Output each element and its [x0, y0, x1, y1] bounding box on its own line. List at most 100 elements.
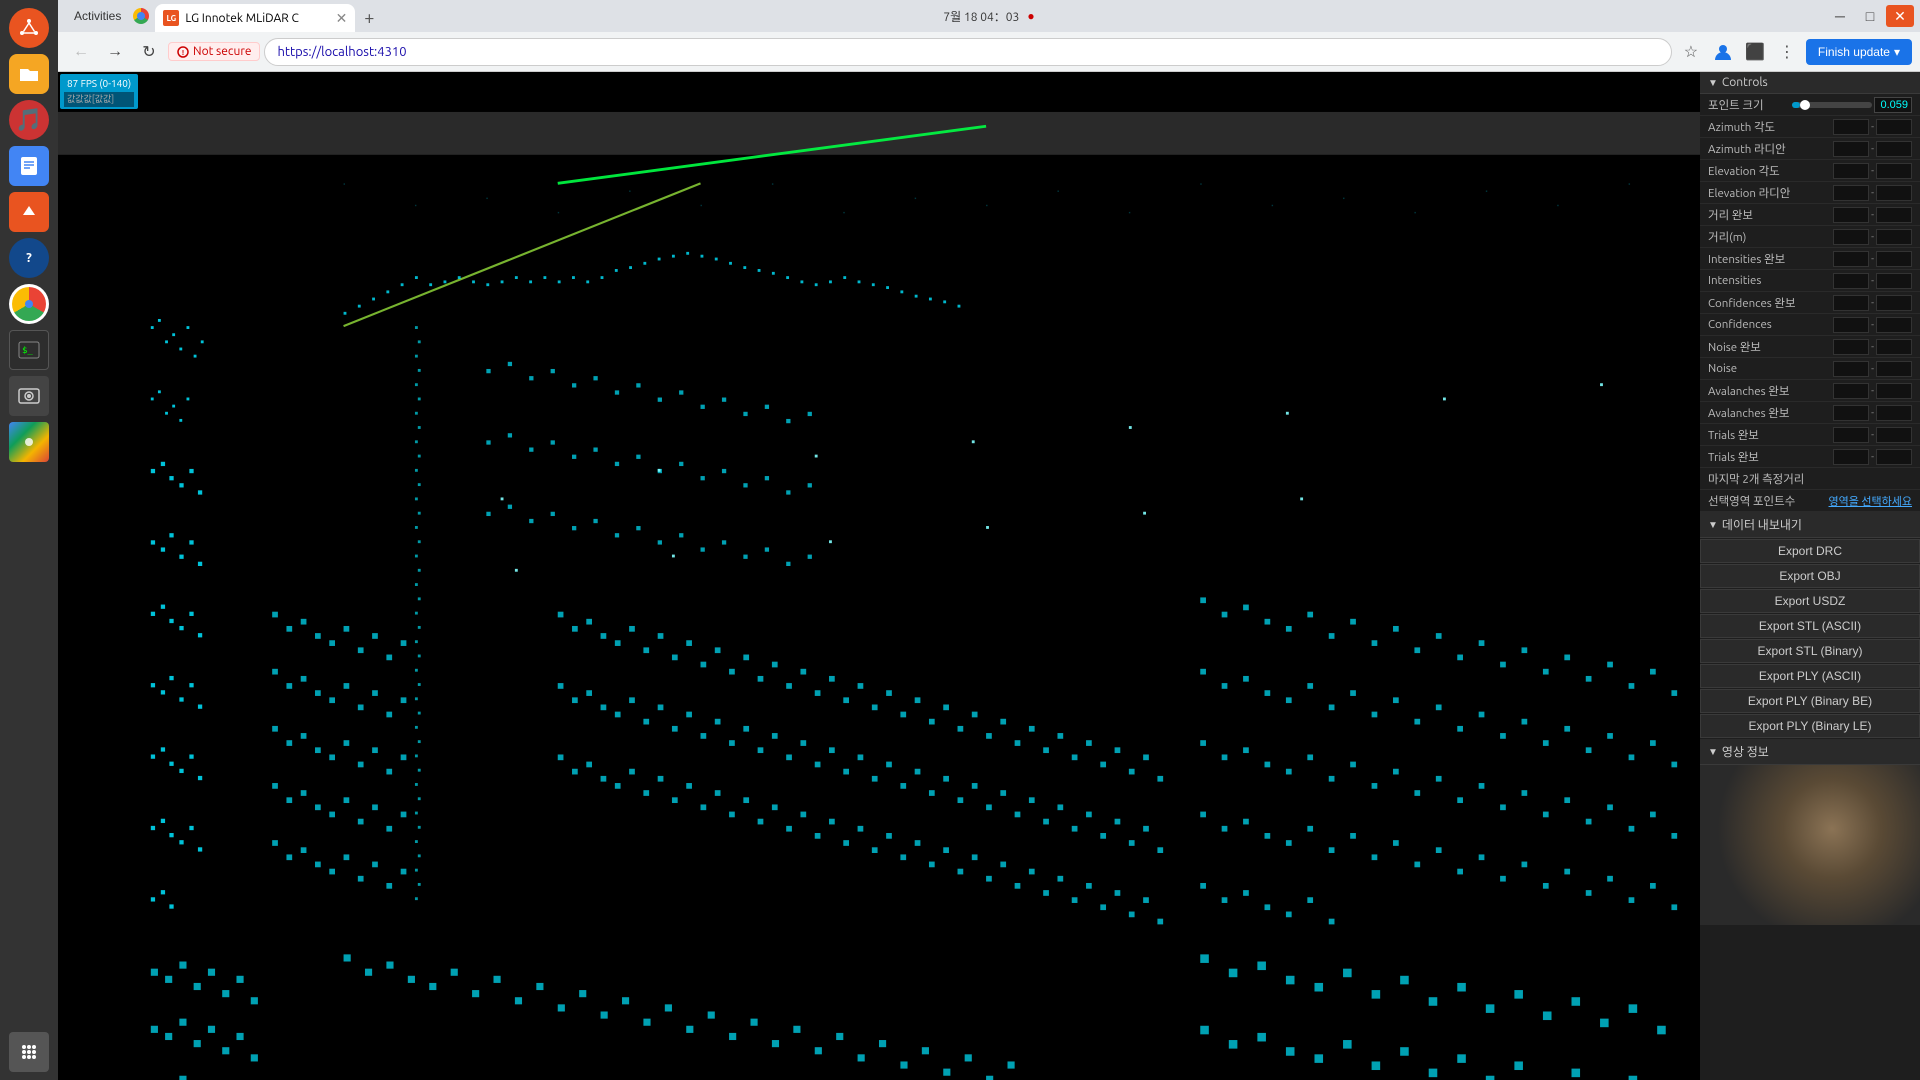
range-max-13[interactable] — [1876, 383, 1912, 399]
control-label-10: Confidences — [1708, 318, 1833, 331]
export-btn-export-ply--binary-le-[interactable]: Export PLY (Binary LE) — [1700, 714, 1920, 738]
point-size-value[interactable] — [1874, 97, 1912, 113]
range-max-4[interactable] — [1876, 185, 1912, 201]
control-label-9: Confidences 완보 — [1708, 295, 1833, 311]
tab-close-button[interactable]: ✕ — [336, 10, 348, 27]
range-max-7[interactable] — [1876, 251, 1912, 267]
range-inputs-7: - — [1833, 251, 1912, 267]
control-label-14: Avalanches 완보 — [1708, 405, 1833, 421]
control-row-5: 거리 완보- — [1700, 204, 1920, 226]
point-size-row: 포인트 크기 — [1700, 94, 1920, 116]
control-row-7: Intensities 완보- — [1700, 248, 1920, 270]
range-max-15[interactable] — [1876, 427, 1912, 443]
activities-button[interactable]: Activities — [66, 0, 129, 32]
writer-icon[interactable] — [9, 146, 49, 186]
range-min-2[interactable] — [1833, 141, 1869, 157]
range-min-6[interactable] — [1833, 229, 1869, 245]
range-max-2[interactable] — [1876, 141, 1912, 157]
help-icon[interactable]: ? — [9, 238, 49, 278]
range-min-10[interactable] — [1833, 317, 1869, 333]
point-size-slider[interactable] — [1792, 102, 1872, 108]
back-button[interactable]: ← — [66, 37, 96, 67]
video-section-header[interactable]: ▼ 영상 정보 — [1700, 739, 1920, 765]
taskbar: 🎵 ? $_ — [0, 0, 58, 1080]
range-min-7[interactable] — [1833, 251, 1869, 267]
tab-bar: LG LG Innotek MLiDAR C ✕ + — [153, 0, 1826, 32]
new-tab-button[interactable]: + — [355, 4, 383, 32]
export-section-header[interactable]: ▼ 데이터 내보내기 — [1700, 512, 1920, 538]
export-btn-export-usdz[interactable]: Export USDZ — [1700, 589, 1920, 613]
menu-button[interactable]: ⋮ — [1772, 37, 1802, 67]
export-btn-export-ply--binary-be-[interactable]: Export PLY (Binary BE) — [1700, 689, 1920, 713]
maximize-button[interactable]: □ — [1856, 5, 1884, 27]
control-label-1: Azimuth 각도 — [1708, 119, 1833, 135]
range-min-8[interactable] — [1833, 273, 1869, 289]
control-label-17: 마지막 2개 측정거리 — [1708, 471, 1912, 487]
range-min-5[interactable] — [1833, 207, 1869, 223]
range-max-16[interactable] — [1876, 449, 1912, 465]
range-max-14[interactable] — [1876, 405, 1912, 421]
range-max-8[interactable] — [1876, 273, 1912, 289]
range-max-5[interactable] — [1876, 207, 1912, 223]
extensions-button[interactable]: ⬛ — [1740, 37, 1770, 67]
range-max-11[interactable] — [1876, 339, 1912, 355]
snap-store-icon[interactable] — [9, 192, 49, 232]
range-min-13[interactable] — [1833, 383, 1869, 399]
address-bar[interactable]: https://localhost:4310 — [264, 38, 1671, 66]
show-apps-icon[interactable] — [9, 1032, 49, 1072]
range-max-3[interactable] — [1876, 163, 1912, 179]
ubuntu-logo-icon[interactable] — [9, 8, 49, 48]
active-tab[interactable]: LG LG Innotek MLiDAR C ✕ — [155, 4, 355, 32]
photos-icon[interactable] — [9, 422, 49, 462]
controls-section-header[interactable]: ▼ Controls — [1700, 72, 1920, 94]
screenshot-icon[interactable] — [9, 376, 49, 416]
bookmark-star-button[interactable]: ☆ — [1676, 37, 1706, 67]
files-icon[interactable] — [9, 54, 49, 94]
selected-points-row: 선택영역 포인트수 영역을 선택하세요 — [1700, 490, 1920, 512]
control-label-16: Trials 완보 — [1708, 449, 1833, 465]
terminal-icon[interactable]: $_ — [9, 330, 49, 370]
range-min-1[interactable] — [1833, 119, 1869, 135]
range-min-3[interactable] — [1833, 163, 1869, 179]
close-button[interactable]: ✕ — [1886, 5, 1914, 27]
range-inputs-8: - — [1833, 273, 1912, 289]
not-secure-icon: ! — [177, 46, 189, 58]
lidar-viewport[interactable]: 87 FPS (0-140) 값값값[값값] — [58, 72, 1700, 1080]
forward-button[interactable]: → — [100, 37, 130, 67]
range-inputs-6: - — [1833, 229, 1912, 245]
range-inputs-4: - — [1833, 185, 1912, 201]
control-label-13: Avalanches 완보 — [1708, 383, 1833, 399]
range-min-14[interactable] — [1833, 405, 1869, 421]
window-controls: ─ □ ✕ — [1826, 0, 1920, 32]
range-max-6[interactable] — [1876, 229, 1912, 245]
range-max-10[interactable] — [1876, 317, 1912, 333]
range-min-12[interactable] — [1833, 361, 1869, 377]
svg-text:$_: $_ — [22, 346, 33, 356]
export-btn-export-ply--ascii-[interactable]: Export PLY (ASCII) — [1700, 664, 1920, 688]
control-row-4: Elevation 라디안- — [1700, 182, 1920, 204]
export-btn-export-stl--binary-[interactable]: Export STL (Binary) — [1700, 639, 1920, 663]
range-inputs-11: - — [1833, 339, 1912, 355]
controls-rows: Azimuth 각도-Azimuth 라디안-Elevation 각도-Elev… — [1700, 116, 1920, 490]
control-row-3: Elevation 각도- — [1700, 160, 1920, 182]
point-size-control[interactable] — [1792, 97, 1912, 113]
profile-button[interactable] — [1708, 37, 1738, 67]
range-min-11[interactable] — [1833, 339, 1869, 355]
chrome-taskbar-icon[interactable] — [9, 284, 49, 324]
range-min-16[interactable] — [1833, 449, 1869, 465]
range-max-1[interactable] — [1876, 119, 1912, 135]
range-min-9[interactable] — [1833, 295, 1869, 311]
export-btn-export-stl--ascii-[interactable]: Export STL (ASCII) — [1700, 614, 1920, 638]
select-area-link[interactable]: 영역을 선택하세요 — [1829, 493, 1912, 509]
music-icon[interactable]: 🎵 — [9, 100, 49, 140]
range-max-12[interactable] — [1876, 361, 1912, 377]
range-max-9[interactable] — [1876, 295, 1912, 311]
range-min-4[interactable] — [1833, 185, 1869, 201]
finish-update-button[interactable]: Finish update ▾ — [1806, 39, 1912, 65]
minimize-button[interactable]: ─ — [1826, 5, 1854, 27]
export-btn-export-drc[interactable]: Export DRC — [1700, 539, 1920, 563]
security-badge[interactable]: ! Not secure — [168, 42, 260, 61]
range-min-15[interactable] — [1833, 427, 1869, 443]
reload-button[interactable]: ↻ — [134, 37, 164, 67]
export-btn-export-obj[interactable]: Export OBJ — [1700, 564, 1920, 588]
